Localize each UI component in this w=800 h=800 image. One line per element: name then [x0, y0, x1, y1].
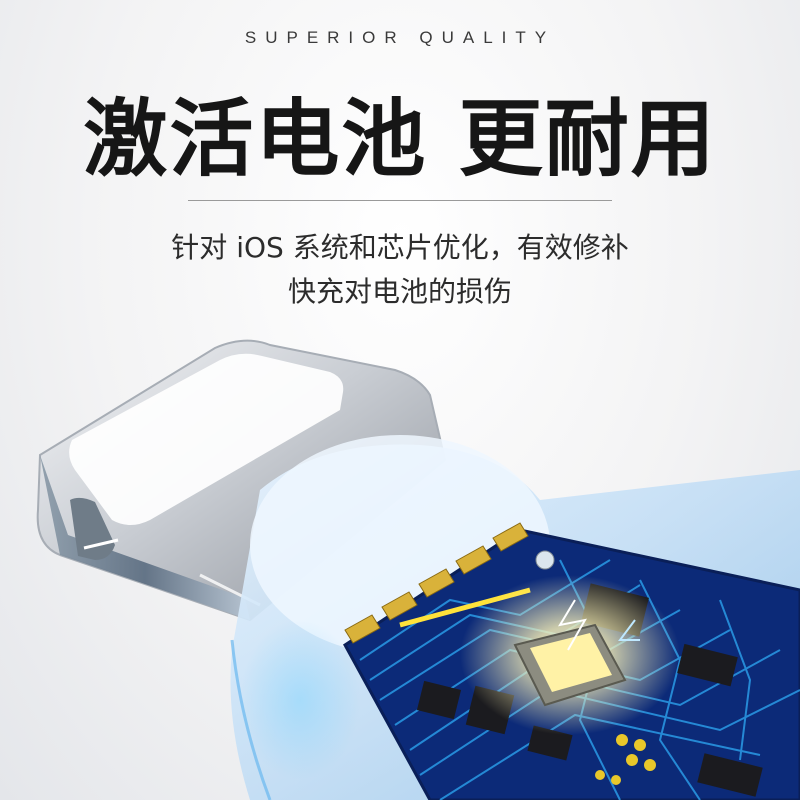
lightning-connector-illustration	[36, 339, 800, 800]
